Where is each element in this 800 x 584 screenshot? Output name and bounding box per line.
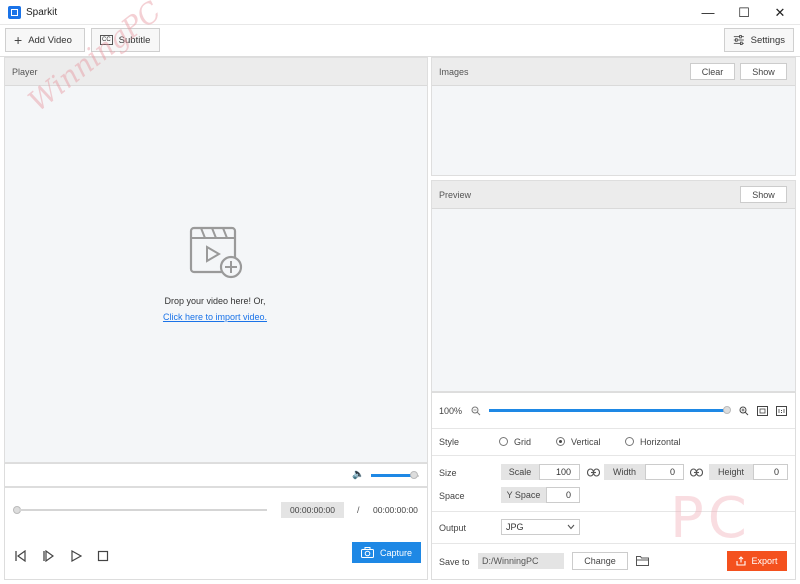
show-images-button[interactable]: Show [740, 63, 787, 80]
add-video-button[interactable]: + Add Video [5, 28, 85, 52]
scale-input[interactable]: 100 [539, 464, 580, 480]
style-grid-label: Grid [514, 437, 532, 447]
style-horizontal-label: Horizontal [640, 437, 681, 447]
zoom-percent: 100% [439, 406, 463, 416]
output-format-value: JPG [506, 522, 524, 532]
width-label: Width [604, 464, 645, 480]
original-size-icon[interactable] [776, 406, 787, 416]
scale-label: Scale [501, 464, 539, 480]
preview-title: Preview [439, 190, 472, 200]
link-icon[interactable] [587, 468, 600, 477]
play-icon [71, 550, 82, 562]
import-video-link[interactable]: Click here to import video. [0, 312, 430, 322]
window-title: Sparkit [26, 7, 58, 18]
size-label: Size [439, 468, 457, 478]
zoom-out-icon[interactable] [471, 406, 481, 416]
images-title: Images [439, 67, 469, 77]
preview-header: Preview Show [432, 181, 795, 209]
export-label: Export [751, 556, 778, 566]
volume-fill [371, 474, 415, 477]
width-input[interactable]: 0 [645, 464, 684, 480]
capture-button[interactable]: Capture [352, 542, 421, 563]
yspace-input[interactable]: 0 [546, 487, 580, 503]
output-format-select[interactable]: JPG [501, 519, 580, 535]
stop-icon [97, 550, 109, 562]
zoom-in-icon[interactable] [739, 406, 749, 416]
volume-bar: 🔈 [4, 463, 428, 487]
export-button[interactable]: Export [727, 551, 787, 571]
settings-button[interactable]: Settings [724, 28, 794, 52]
style-grid-radio[interactable] [499, 437, 508, 446]
step-forward-icon [43, 550, 54, 562]
output-label: Output [439, 523, 467, 533]
style-vertical-radio[interactable] [556, 437, 565, 446]
seek-track[interactable] [19, 509, 267, 511]
clear-images-button[interactable]: Clear [690, 63, 735, 80]
link-icon[interactable] [690, 468, 703, 477]
height-label: Height [709, 464, 753, 480]
watermark-logo: PC [670, 486, 751, 551]
maximize-button[interactable]: ☐ [726, 0, 762, 25]
chevron-down-icon [567, 524, 575, 530]
divider [432, 428, 795, 429]
capture-label: Capture [379, 547, 413, 558]
time-separator: / [357, 505, 360, 515]
images-panel: Images Clear Show [431, 57, 796, 176]
drop-hint: Drop your video here! Or, [164, 296, 266, 306]
step-back-icon [15, 550, 26, 562]
player-title: Player [12, 67, 38, 77]
folder-icon[interactable] [636, 555, 649, 566]
show-preview-button[interactable]: Show [740, 186, 787, 203]
speaker-icon[interactable]: 🔈 [352, 469, 364, 480]
style-vertical-label: Vertical [571, 437, 601, 447]
saveto-path: D:/WinningPC [478, 553, 564, 569]
app-logo-icon [8, 6, 21, 19]
fit-screen-icon[interactable] [757, 406, 768, 416]
current-time: 00:00:00:00 [281, 502, 344, 518]
next-frame-button[interactable] [41, 549, 55, 563]
plus-icon: + [14, 32, 23, 48]
style-horizontal-radio[interactable] [625, 437, 634, 446]
images-header: Images Clear Show [432, 58, 795, 86]
total-time: 00:00:00:00 [373, 505, 418, 515]
zoom-fill [489, 409, 727, 412]
zoom-knob[interactable] [723, 406, 731, 414]
volume-knob[interactable] [410, 471, 419, 479]
saveto-label: Save to [439, 557, 470, 567]
yspace-label: Y Space [501, 487, 546, 503]
sliders-icon [733, 34, 744, 46]
divider [432, 455, 795, 456]
stop-button[interactable] [96, 549, 110, 563]
space-label: Space [439, 491, 465, 501]
settings-label: Settings [750, 34, 785, 46]
video-add-icon [189, 226, 243, 279]
add-video-label: Add Video [28, 34, 72, 46]
export-icon [736, 556, 747, 566]
change-folder-button[interactable]: Change [572, 552, 628, 570]
previous-frame-button[interactable] [13, 549, 27, 563]
minimize-button[interactable]: — [690, 0, 726, 25]
close-button[interactable]: ✕ [762, 0, 798, 25]
preview-panel: Preview Show [431, 180, 796, 392]
player-controls: 00:00:00:00 / 00:00:00:00 Capture [4, 487, 428, 580]
camera-icon [360, 547, 374, 558]
height-input[interactable]: 0 [753, 464, 788, 480]
style-label: Style [439, 437, 460, 447]
play-button[interactable] [69, 549, 83, 563]
